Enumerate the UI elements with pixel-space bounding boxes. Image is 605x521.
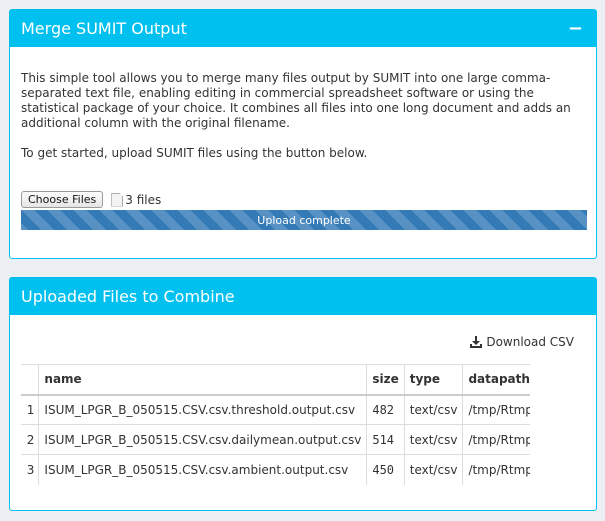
files-table: name size type datapath 1 ISUM_LPGR_B_05… [21, 364, 530, 485]
upload-instructions: To get started, upload SUMIT files using… [21, 146, 368, 160]
file-datapath-cell: /tmp/Rtmp... [462, 394, 530, 425]
column-header-type[interactable]: type [403, 364, 463, 396]
row-index: 3 [21, 454, 39, 485]
file-count-label: 3 files [125, 192, 162, 207]
download-csv-button[interactable]: Download CSV [469, 335, 574, 349]
file-name-cell: ISUM_LPGR_B_050515.CSV.csv.ambient.outpu… [38, 454, 367, 485]
download-csv-label: Download CSV [486, 335, 574, 349]
row-index: 2 [21, 424, 39, 455]
column-header-index[interactable] [21, 364, 39, 396]
uploaded-box-body: Download CSV name size type datapath 1 I… [10, 334, 596, 485]
merge-box-title: Merge SUMIT Output [21, 19, 187, 38]
file-type-cell: text/csv [403, 424, 463, 455]
table-row[interactable]: 2 ISUM_LPGR_B_050515.CSV.csv.dailymean.o… [21, 424, 530, 455]
merge-box-body: This simple tool allows you to merge man… [10, 71, 596, 230]
download-icon [470, 336, 483, 348]
table-row[interactable]: 1 ISUM_LPGR_B_050515.CSV.csv.threshold.o… [21, 394, 530, 425]
file-icon [111, 192, 124, 207]
file-size-cell: 482 [366, 394, 405, 425]
row-index: 1 [21, 394, 39, 425]
table-header-row: name size type datapath [21, 364, 530, 396]
table-row[interactable]: 3 ISUM_LPGR_B_050515.CSV.csv.ambient.out… [21, 454, 530, 485]
column-header-size[interactable]: size [366, 364, 405, 396]
column-header-name[interactable]: name [38, 364, 367, 396]
file-input-row: Choose Files 3 files [21, 191, 585, 208]
file-type-cell: text/csv [403, 454, 463, 485]
file-size-cell: 450 [366, 454, 405, 485]
uploaded-box-title: Uploaded Files to Combine [21, 287, 235, 306]
choose-files-button[interactable]: Choose Files [21, 191, 104, 208]
uploaded-files-box: Uploaded Files to Combine Download CSV n… [9, 277, 597, 511]
file-type-cell: text/csv [403, 394, 463, 425]
file-name-cell: ISUM_LPGR_B_050515.CSV.csv.dailymean.out… [38, 424, 367, 455]
merge-box-header: Merge SUMIT Output − [10, 10, 596, 47]
merge-sumit-box: Merge SUMIT Output − This simple tool al… [9, 9, 597, 259]
file-datapath-cell: /tmp/Rtmp... [462, 454, 530, 485]
upload-progress-bar: Upload complete [21, 210, 587, 230]
file-size-cell: 514 [366, 424, 405, 455]
collapse-icon[interactable]: − [566, 19, 585, 38]
files-table-container: name size type datapath 1 ISUM_LPGR_B_05… [21, 364, 530, 485]
file-name-cell: ISUM_LPGR_B_050515.CSV.csv.threshold.out… [38, 394, 367, 425]
uploaded-box-header: Uploaded Files to Combine [10, 278, 596, 315]
download-row: Download CSV [21, 334, 585, 350]
column-header-datapath[interactable]: datapath [462, 364, 530, 396]
tool-description: This simple tool allows you to merge man… [21, 71, 571, 130]
file-datapath-cell: /tmp/Rtmp... [462, 424, 530, 455]
progress-label: Upload complete [257, 213, 351, 227]
